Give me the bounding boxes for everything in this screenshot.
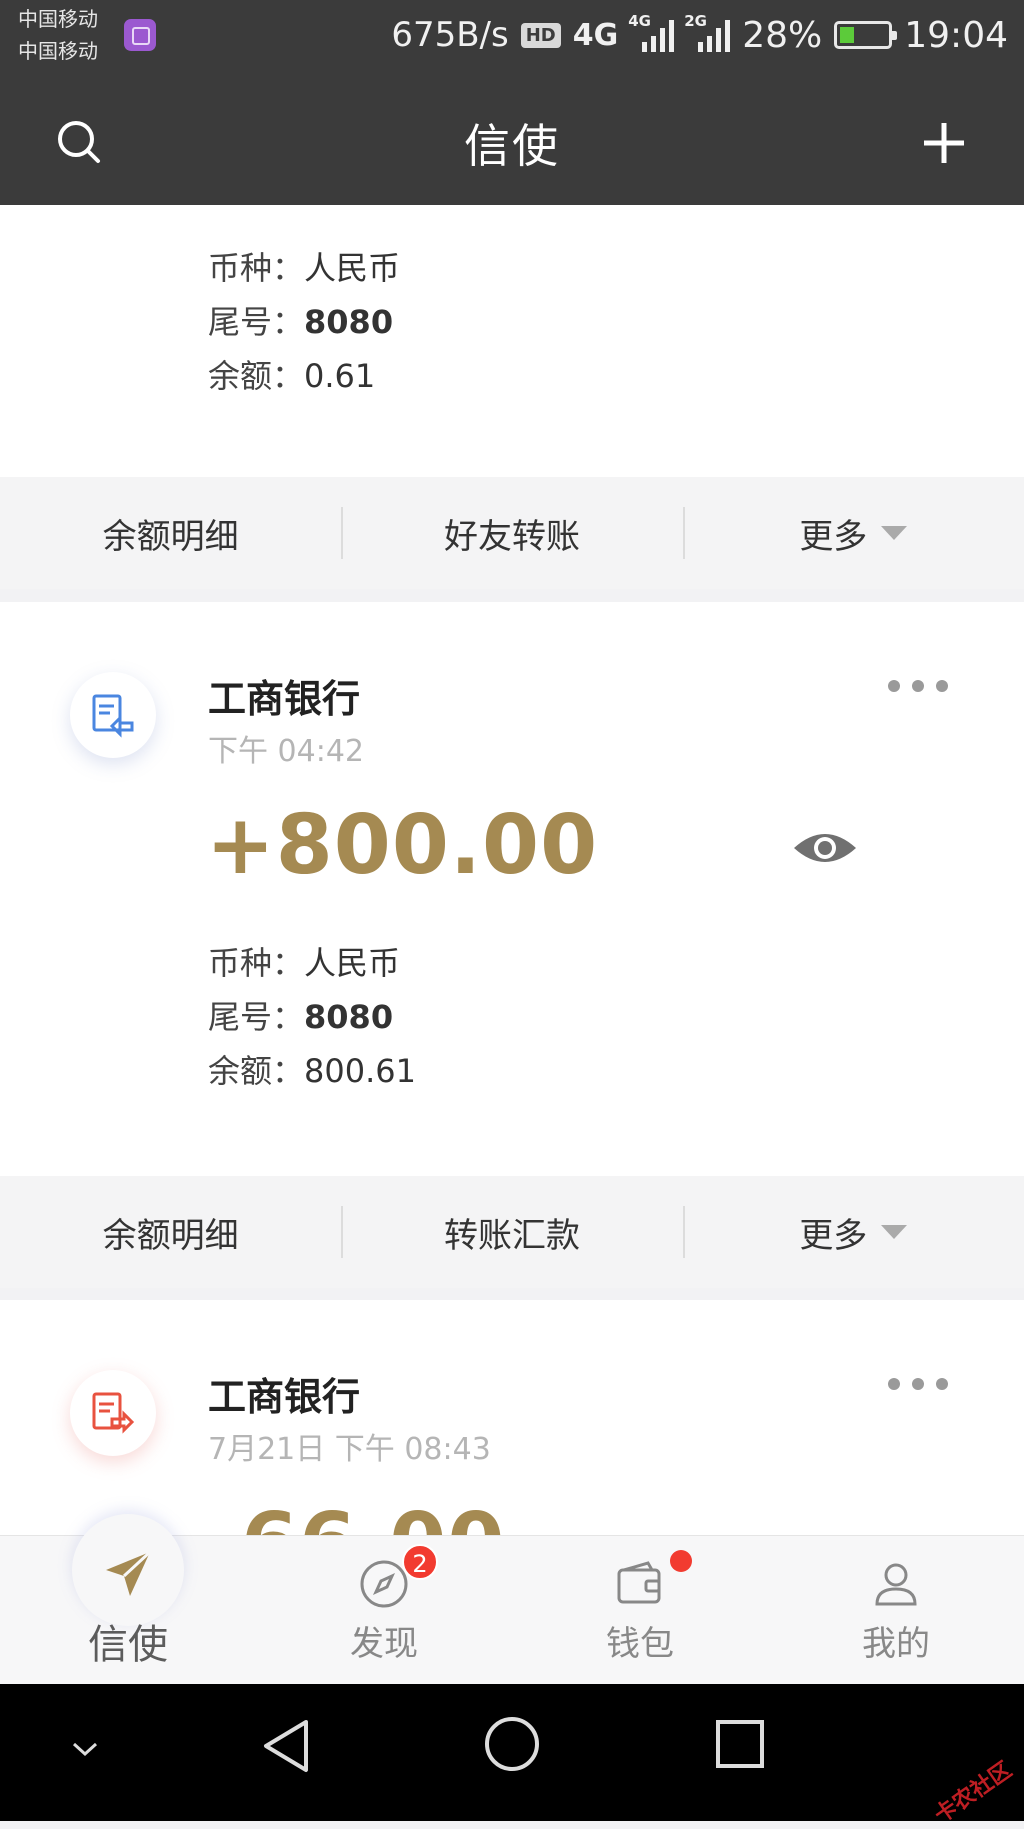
card-actions: 余额明细 好友转账 更多 [0,477,1024,589]
transaction-card: 工商银行 7月21日 下午 08:43 -66.00 [0,1300,1024,1535]
user-icon [870,1558,922,1614]
eye-icon[interactable] [792,828,858,872]
expense-doc-icon [70,1370,156,1456]
app-bar: 信使 [0,70,1024,205]
friend-transfer-button[interactable]: 好友转账 [341,477,682,589]
tab-wallet[interactable]: 钱包 [512,1536,768,1684]
message-feed[interactable]: 币种：人民币 尾号：8080 余额：0.61 余额明细 好友转账 更多 工商银行… [0,205,1024,1535]
net-speed: 675B/s [391,15,509,55]
back-icon[interactable] [258,1716,314,1780]
message-time: 下午 04:42 [208,734,364,769]
notification-badge: 2 [402,1544,438,1580]
gallery-notification-icon [124,19,156,51]
clock: 19:04 [904,14,1008,56]
card-actions: 余额明细 转账汇款 更多 [0,1176,1024,1288]
battery-percent: 28% [742,14,823,56]
income-doc-icon [70,672,156,758]
battery-icon [834,21,898,49]
balance-line: 余额：0.61 [208,357,376,395]
signal-icon-1: 4G [628,12,675,52]
more-button[interactable]: 更多 [682,477,1024,589]
transfer-remit-button[interactable]: 转账汇款 [341,1176,682,1288]
hide-nav-icon[interactable] [70,1740,100,1764]
transaction-card: 币种：人民币 尾号：8080 余额：0.61 [0,205,1024,477]
caret-down-icon [881,1225,908,1239]
balance-detail-button[interactable]: 余额明细 [0,477,341,589]
currency-line: 币种：人民币 [208,249,401,287]
tab-messenger[interactable]: 信使 [0,1514,256,1684]
tab-label: 发现 [350,1624,418,1664]
amount: +800.00 [206,798,599,893]
page-title: 信使 [464,119,560,173]
more-options-icon[interactable] [888,1378,948,1392]
balance-detail-button[interactable]: 余额明细 [0,1176,341,1288]
transaction-card: 工商银行 下午 04:42 +800.00 币种：人民币 尾号：8080 余额：… [0,602,1024,1176]
tail-number-line: 尾号：8080 [208,303,394,341]
hd-badge: HD [520,22,561,48]
amount: -66.00 [206,1496,505,1535]
tab-discover[interactable]: 2 发现 [256,1536,512,1684]
wallet-icon [614,1558,666,1614]
notification-dot [670,1550,692,1572]
home-icon[interactable] [482,1714,542,1778]
message-time: 7月21日 下午 08:43 [208,1432,491,1467]
bank-name: 工商银行 [208,1375,361,1419]
tab-label: 我的 [862,1624,930,1664]
tab-label: 钱包 [606,1624,674,1664]
watermark: 卡农社区 [930,1757,1017,1829]
more-button[interactable]: 更多 [682,1176,1024,1288]
system-nav-bar: 卡农社区 [0,1684,1024,1829]
carrier-1: 中国移动 [18,7,98,31]
carrier-2: 中国移动 [18,39,98,63]
bank-name: 工商银行 [208,677,361,721]
tail-number-line: 尾号：8080 [208,998,394,1036]
network-type-4g: 4G [572,17,619,53]
send-icon [100,1546,156,1606]
more-options-icon[interactable] [888,680,948,694]
tab-me[interactable]: 我的 [768,1536,1024,1684]
plus-icon[interactable] [916,115,972,171]
currency-line: 币种：人民币 [208,944,401,982]
tab-label: 信使 [88,1622,168,1668]
status-bar: 中国移动 中国移动 675B/s HD 4G 4G 2G 28% 19:04 [0,0,1024,70]
recents-icon[interactable] [714,1718,766,1774]
balance-line: 余额：800.61 [208,1052,416,1090]
bottom-tab-bar: 信使 2 发现 钱包 我的 [0,1514,1024,1684]
caret-down-icon [881,526,908,540]
signal-icon-2: 2G [684,12,731,52]
